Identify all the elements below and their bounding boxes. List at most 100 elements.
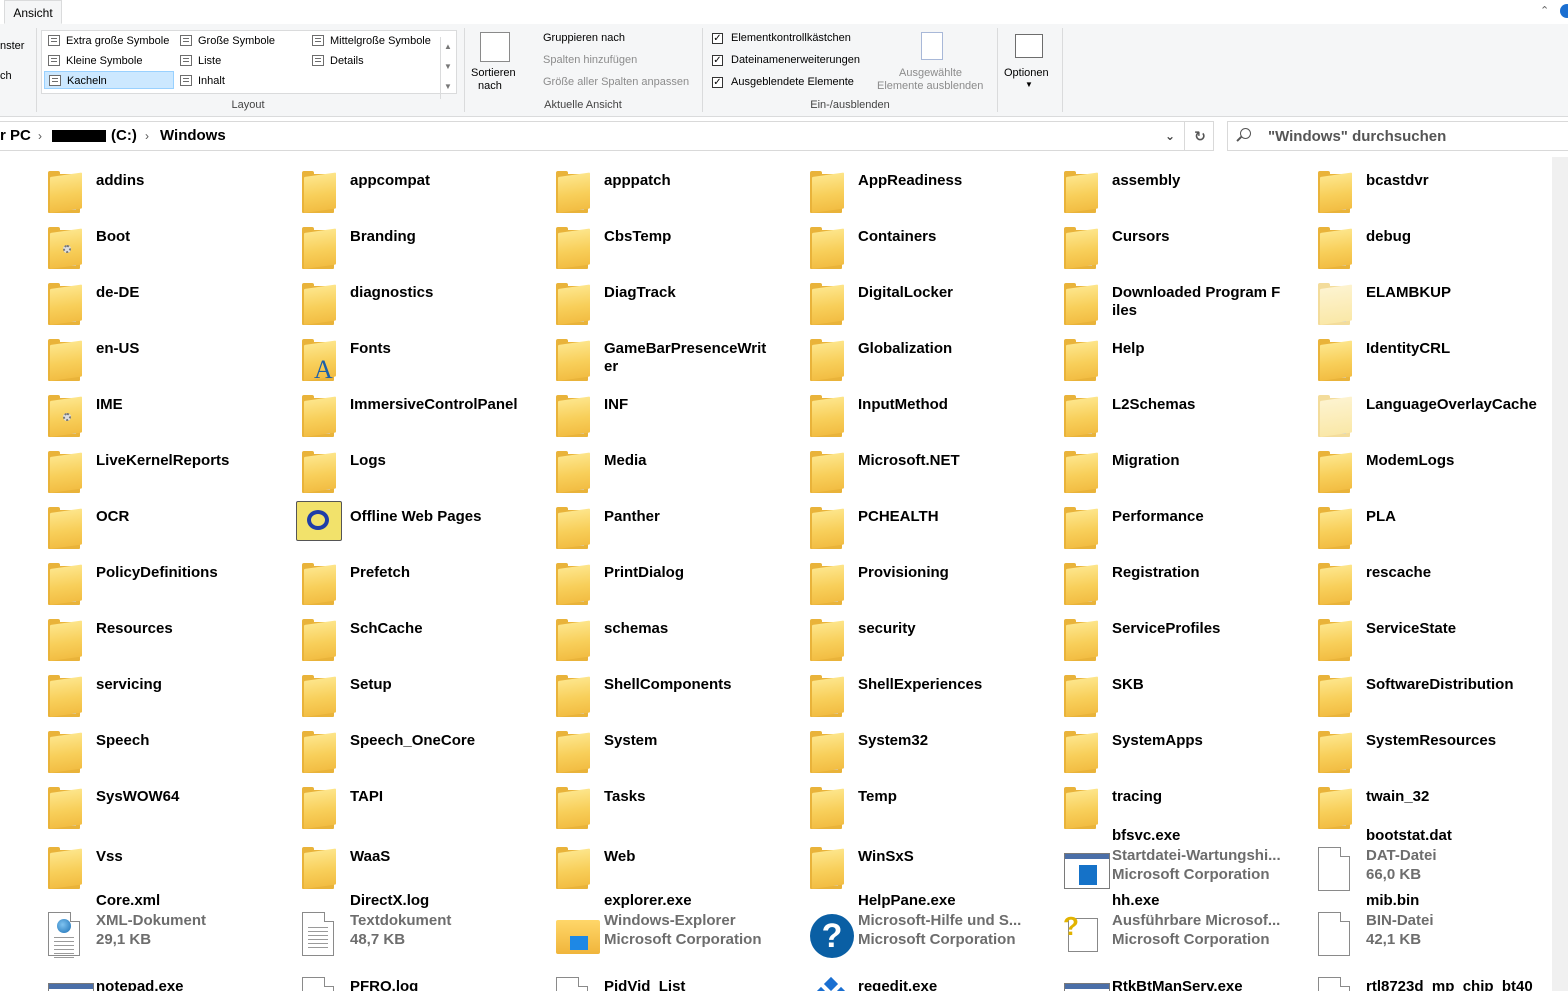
file-tile[interactable]: OCR: [0, 493, 254, 549]
file-tile[interactable]: Branding: [254, 213, 508, 269]
layout-large-icons[interactable]: Große Symbole: [176, 32, 306, 50]
file-tile[interactable]: Core.xml XML-Dokument 29,1 KB: [0, 892, 254, 956]
file-tile[interactable]: ShellComponents: [508, 661, 762, 717]
tab-ansicht[interactable]: Ansicht: [4, 0, 62, 24]
file-tile[interactable]: security: [762, 605, 1016, 661]
add-columns-button[interactable]: Spalten hinzufügen: [543, 54, 637, 66]
file-tile[interactable]: PLA: [1270, 493, 1524, 549]
breadcrumb-this-pc[interactable]: r PC: [0, 122, 31, 150]
layout-content[interactable]: Inhalt: [176, 72, 306, 90]
file-tile[interactable]: addins: [0, 157, 254, 213]
fit-columns-button[interactable]: Größe aller Spalten anpassen: [543, 76, 689, 88]
file-tile[interactable]: Media: [508, 437, 762, 493]
file-extensions-checkbox[interactable]: ✓: [712, 55, 723, 66]
file-tile[interactable]: Containers: [762, 213, 1016, 269]
file-tile[interactable]: de-DE: [0, 269, 254, 325]
file-tile[interactable]: SystemApps: [1016, 717, 1270, 773]
group-by-button[interactable]: Gruppieren nach: [543, 32, 625, 44]
file-tile[interactable]: A Fonts: [254, 325, 508, 384]
file-tile[interactable]: ShellExperiences: [762, 661, 1016, 717]
file-tile[interactable]: IME: [0, 381, 254, 437]
file-tile[interactable]: Microsoft.NET: [762, 437, 1016, 493]
file-tile[interactable]: diagnostics: [254, 269, 508, 325]
file-tile[interactable]: en-US: [0, 325, 254, 381]
file-tile[interactable]: SysWOW64: [0, 773, 254, 829]
layout-details[interactable]: Details: [308, 52, 448, 70]
breadcrumb-drive[interactable]: (C:): [111, 122, 137, 150]
file-tile[interactable]: Temp: [762, 773, 1016, 829]
refresh-icon[interactable]: ↻: [1184, 122, 1215, 150]
file-tile[interactable]: Boot: [0, 213, 254, 269]
file-tile[interactable]: LiveKernelReports: [0, 437, 254, 493]
file-tile[interactable]: Prefetch: [254, 549, 508, 605]
vertical-scrollbar[interactable]: [1552, 157, 1568, 991]
file-tile[interactable]: ELAMBKUP: [1270, 269, 1524, 325]
file-tile[interactable]: System32: [762, 717, 1016, 773]
file-tile[interactable]: Cursors: [1016, 213, 1270, 269]
layout-tiles[interactable]: Kacheln: [44, 71, 174, 89]
file-tile[interactable]: WaaS: [254, 833, 508, 889]
file-tile[interactable]: ModemLogs: [1270, 437, 1524, 493]
file-tile[interactable]: SoftwareDistribution: [1270, 661, 1524, 717]
file-tile[interactable]: TAPI: [254, 773, 508, 829]
file-tile[interactable]: ServiceProfiles: [1016, 605, 1270, 661]
file-tile[interactable]: INF: [508, 381, 762, 437]
file-tile[interactable]: Provisioning: [762, 549, 1016, 605]
file-tile[interactable]: Help: [1016, 325, 1270, 381]
file-tile[interactable]: RtkBtManServ.exe: [1016, 963, 1270, 991]
file-tile[interactable]: IdentityCRL: [1270, 325, 1524, 381]
breadcrumb-separator-icon[interactable]: ›: [38, 122, 42, 150]
breadcrumb-separator-icon[interactable]: ›: [145, 122, 149, 150]
file-tile[interactable]: Tasks: [508, 773, 762, 829]
file-tile[interactable]: Downloaded Program Files: [1016, 269, 1280, 325]
file-tile[interactable]: LanguageOverlayCache: [1270, 381, 1537, 437]
file-tile[interactable]: bcastdvr: [1270, 157, 1524, 213]
file-tile[interactable]: twain_32: [1270, 773, 1524, 829]
search-input[interactable]: [1268, 122, 1558, 150]
file-tile[interactable]: apppatch: [508, 157, 762, 213]
file-tile[interactable]: PFRO.log: [254, 963, 508, 991]
layout-small-icons[interactable]: Kleine Symbole: [44, 52, 174, 70]
file-tile[interactable]: Globalization: [762, 325, 1016, 381]
options-button[interactable]: Optionen: [1004, 67, 1049, 79]
file-tile[interactable]: SystemResources: [1270, 717, 1524, 773]
file-tile[interactable]: WinSxS: [762, 833, 1016, 889]
chevron-up-icon[interactable]: ⌃: [1540, 4, 1549, 17]
file-tile[interactable]: Migration: [1016, 437, 1270, 493]
file-tile[interactable]: ServiceState: [1270, 605, 1524, 661]
file-tile[interactable]: PolicyDefinitions: [0, 549, 254, 605]
file-tile[interactable]: PidVid_List: [508, 963, 762, 991]
layout-medium-icons[interactable]: Mittelgroße Symbole: [308, 32, 448, 50]
file-tile[interactable]: bootstat.dat DAT-Datei 66,0 KB: [1270, 827, 1524, 891]
file-tile[interactable]: L2Schemas: [1016, 381, 1270, 437]
file-tile[interactable]: System: [508, 717, 762, 773]
file-tile[interactable]: Resources: [0, 605, 254, 661]
hidden-items-checkbox[interactable]: ✓: [712, 77, 723, 88]
file-tile[interactable]: CbsTemp: [508, 213, 762, 269]
file-tile[interactable]: Performance: [1016, 493, 1270, 549]
file-tile[interactable]: PCHEALTH: [762, 493, 1016, 549]
file-tile[interactable]: ImmersiveControlPanel: [254, 381, 518, 437]
file-tile[interactable]: Speech: [0, 717, 254, 773]
item-checkboxes-checkbox[interactable]: ✓: [712, 33, 723, 44]
file-tile[interactable]: InputMethod: [762, 381, 1016, 437]
file-tile[interactable]: Speech_OneCore: [254, 717, 508, 773]
file-tile[interactable]: Vss: [0, 833, 254, 889]
file-tile[interactable]: AppReadiness: [762, 157, 1016, 213]
hide-selected-button[interactable]: Ausgewählte: [899, 67, 962, 79]
layout-gallery-scroll[interactable]: ▲ ▼ ▼: [440, 37, 455, 99]
file-tile[interactable]: Logs: [254, 437, 508, 493]
file-tile[interactable]: rtl8723d_mp_chip_bt40: [1270, 963, 1533, 991]
sort-by-button[interactable]: Sortieren: [471, 67, 516, 79]
file-tile[interactable]: Web: [508, 833, 762, 889]
search-box[interactable]: [1227, 121, 1568, 151]
file-tile[interactable]: SKB: [1016, 661, 1270, 717]
file-tile[interactable]: DigitalLocker: [762, 269, 1016, 325]
file-tile[interactable]: SchCache: [254, 605, 508, 661]
address-history-dropdown-icon[interactable]: ⌄: [1158, 122, 1182, 150]
file-tile[interactable]: appcompat: [254, 157, 508, 213]
file-tile[interactable]: mib.bin BIN-Datei 42,1 KB: [1270, 892, 1524, 956]
file-tile[interactable]: DirectX.log Textdokument 48,7 KB: [254, 892, 508, 956]
file-tile[interactable]: Offline Web Pages: [254, 493, 508, 549]
file-tile[interactable]: GameBarPresenceWriter: [508, 325, 766, 381]
